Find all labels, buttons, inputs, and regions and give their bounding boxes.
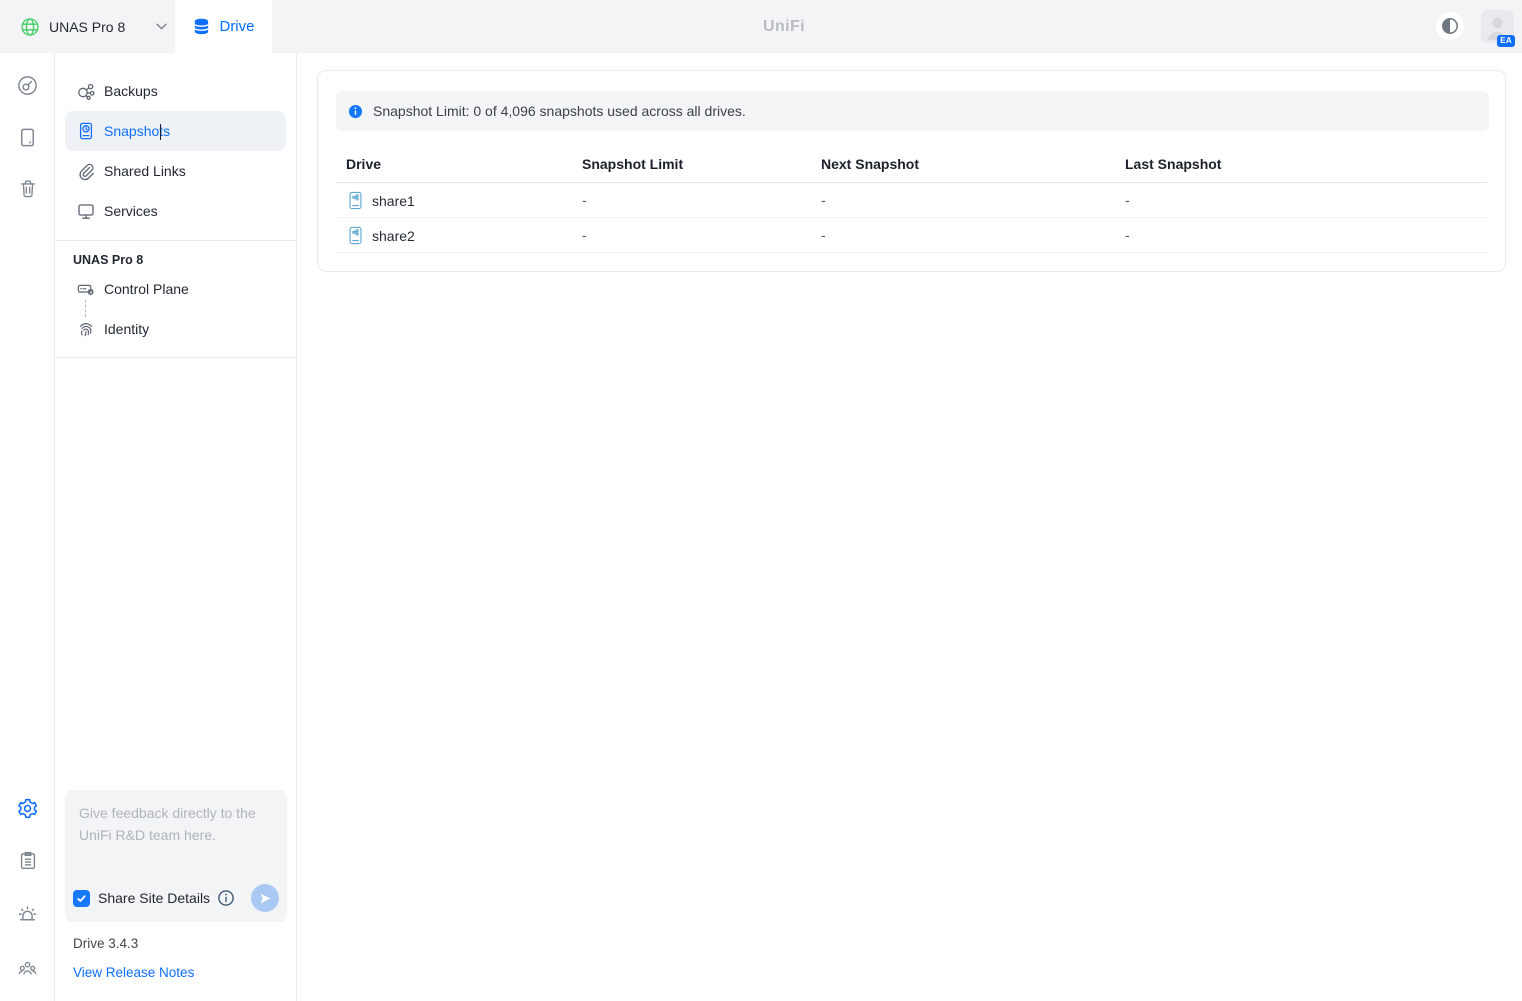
shared-drive-icon [348, 226, 363, 245]
sidebar-item-label: Control Plane [104, 281, 189, 297]
sidebar-item-backups[interactable]: Backups [65, 71, 286, 111]
share-site-details-checkbox[interactable] [73, 890, 90, 907]
identity-fingerprint-icon [76, 319, 96, 339]
table-row[interactable]: share2 - - - [336, 218, 1487, 253]
site-switcher[interactable]: UNAS Pro 8 [14, 0, 173, 53]
table-row[interactable]: share1 - - - [336, 183, 1487, 218]
sidebar-section-title: UNAS Pro 8 [73, 253, 296, 267]
icon-rail [0, 53, 55, 1001]
sidebar-item-label: Services [104, 203, 158, 219]
sidebar-item-identity[interactable]: Identity [65, 309, 286, 349]
main-content: Snapshot Limit: 0 of 4,096 snapshots use… [297, 53, 1522, 1001]
shared-drive-icon [348, 191, 363, 210]
column-header-snapshot-limit: Snapshot Limit [582, 149, 683, 179]
column-header-drive: Drive [346, 149, 381, 179]
avatar-badge: EA [1497, 35, 1515, 47]
cell-next-snapshot: - [821, 183, 826, 218]
sidebar-item-label: Shared Links [104, 163, 186, 179]
theme-contrast-toggle[interactable] [1436, 12, 1464, 40]
chevron-down-icon [156, 23, 167, 30]
services-monitor-icon [76, 201, 96, 221]
shared-links-paperclip-icon [76, 161, 96, 181]
trash-icon[interactable] [0, 169, 55, 209]
tab-drive-label: Drive [219, 18, 254, 35]
checkbox-check-icon [76, 893, 87, 904]
snapshots-table: Drive Snapshot Limit Next Snapshot Last … [336, 149, 1487, 253]
sidebar-item-label: Backups [104, 83, 158, 99]
backups-nodes-icon [76, 81, 96, 101]
send-plane-icon [259, 892, 272, 905]
settings-gear-icon[interactable] [0, 788, 55, 828]
user-avatar[interactable]: EA [1481, 10, 1514, 43]
cell-last-snapshot: - [1125, 218, 1130, 253]
cell-last-snapshot: - [1125, 183, 1130, 218]
column-header-last-snapshot: Last Snapshot [1125, 149, 1221, 179]
sidebar-item-label: Snapshots [104, 123, 170, 139]
snapshot-limit-text: Snapshot Limit: 0 of 4,096 snapshots use… [373, 103, 746, 119]
cell-next-snapshot: - [821, 218, 826, 253]
column-header-next-snapshot: Next Snapshot [821, 149, 919, 179]
drive-name: share1 [372, 193, 415, 209]
control-plane-server-icon [76, 279, 96, 299]
top-bar: UNAS Pro 8 Drive UniFi [0, 0, 1522, 53]
sidebar-item-snapshots[interactable]: Snapshots [65, 111, 286, 151]
sidebar-item-services[interactable]: Services [65, 191, 286, 231]
drive-name: share2 [372, 228, 415, 244]
cell-snapshot-limit: - [582, 183, 587, 218]
sidebar-item-shared-links[interactable]: Shared Links [65, 151, 286, 191]
alerts-siren-icon[interactable] [0, 894, 55, 934]
site-name: UNAS Pro 8 [49, 19, 125, 35]
contrast-toggle-icon [1441, 17, 1459, 35]
snapshots-card: Snapshot Limit: 0 of 4,096 snapshots use… [317, 70, 1506, 272]
table-header-row: Drive Snapshot Limit Next Snapshot Last … [336, 149, 1487, 183]
send-feedback-button[interactable] [251, 884, 279, 912]
share-site-details-label: Share Site Details [98, 890, 210, 906]
sidebar-item-label: Identity [104, 321, 149, 337]
sidebar-item-control-plane[interactable]: Control Plane [65, 269, 286, 309]
tab-drive[interactable]: Drive [175, 0, 272, 53]
info-outline-icon[interactable] [217, 889, 235, 907]
database-icon [192, 17, 211, 36]
snapshots-drive-clock-icon [76, 121, 96, 141]
sidebar: Backups Snapshots Shared Links [55, 53, 297, 1001]
dotted-connector [85, 300, 86, 317]
logs-clipboard-icon[interactable] [0, 841, 55, 881]
feedback-input[interactable] [65, 790, 287, 878]
dashboard-gauge-icon[interactable] [0, 65, 55, 105]
view-release-notes-link[interactable]: View Release Notes [73, 965, 194, 980]
text-caret [160, 124, 161, 140]
feedback-box: Share Site Details [65, 790, 287, 922]
sidebar-separator [55, 357, 296, 358]
globe-icon [20, 17, 40, 37]
drive-icon[interactable] [0, 117, 55, 157]
app-version: Drive 3.4.3 [73, 936, 138, 951]
unifi-logo: UniFi [763, 0, 805, 53]
cell-snapshot-limit: - [582, 218, 587, 253]
sidebar-separator [55, 240, 296, 241]
info-filled-icon [348, 104, 363, 119]
snapshot-limit-banner: Snapshot Limit: 0 of 4,096 snapshots use… [336, 91, 1489, 131]
admins-users-icon[interactable] [0, 947, 55, 987]
